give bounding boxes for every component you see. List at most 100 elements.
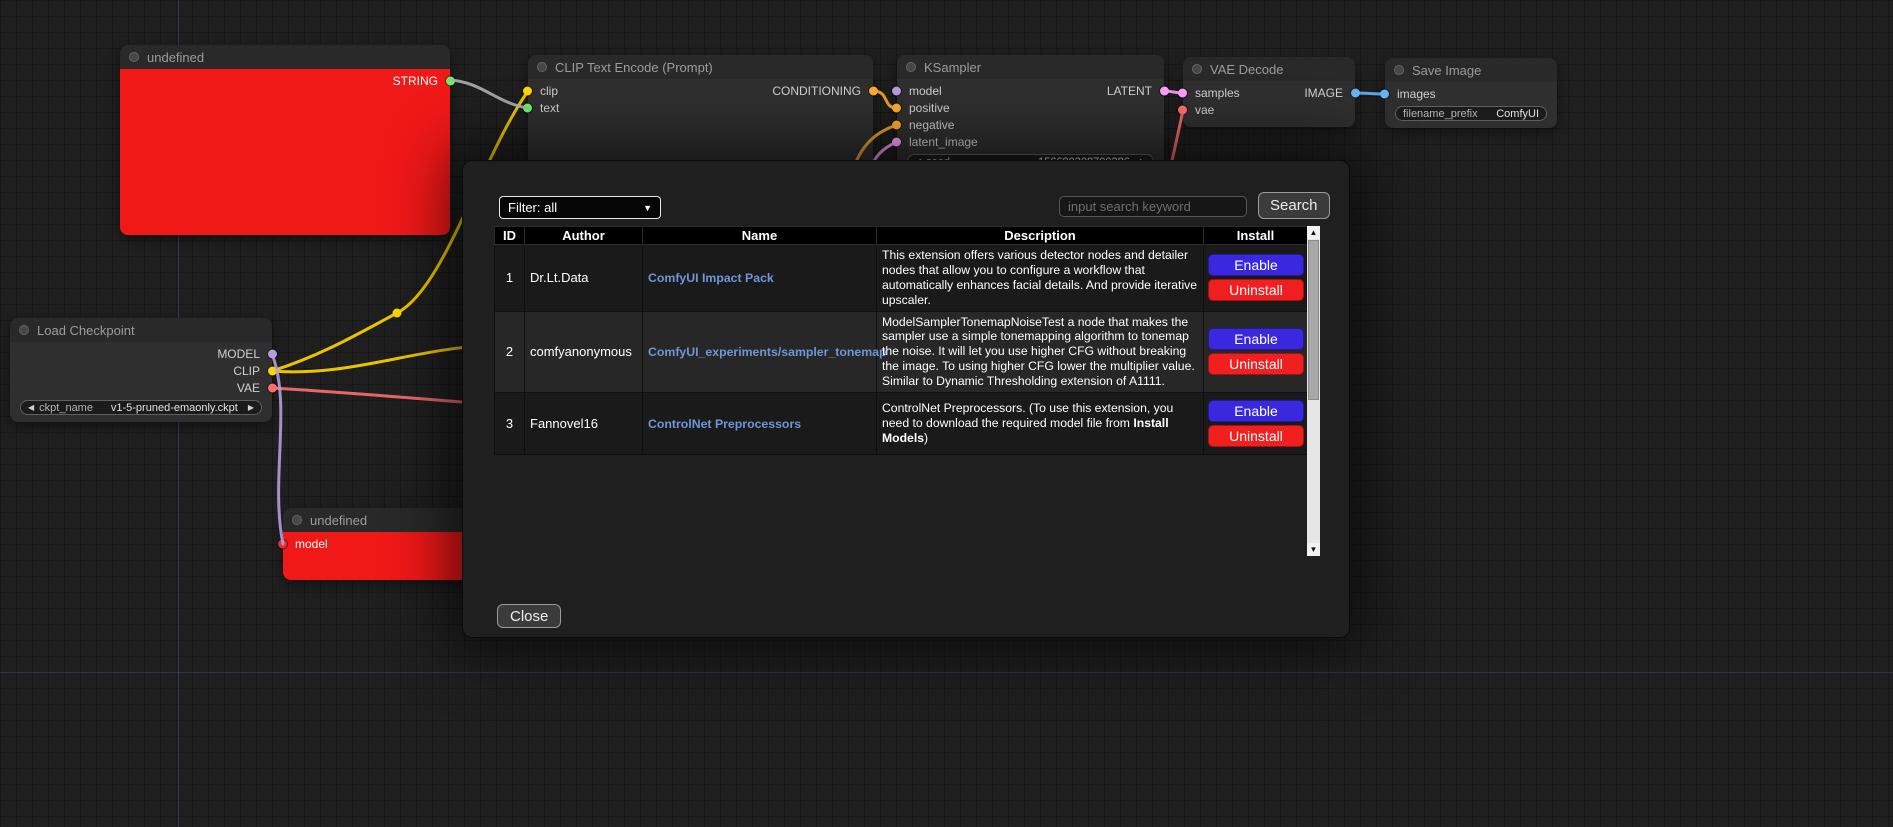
enable-button[interactable]: Enable [1208, 328, 1304, 350]
scroll-down-icon[interactable]: ▼ [1307, 543, 1320, 556]
node-ksampler[interactable]: KSampler model LATENT positive negative … [897, 55, 1164, 175]
node-body: samples IMAGE vae [1183, 81, 1355, 127]
model-output-port[interactable] [268, 349, 277, 358]
scrollbar-thumb[interactable] [1308, 240, 1319, 400]
string-output-port[interactable] [446, 76, 455, 85]
cell-id: 3 [495, 392, 525, 454]
cell-id: 2 [495, 311, 525, 392]
enable-button[interactable]: Enable [1208, 400, 1304, 422]
slot-row: samples IMAGE [1183, 84, 1355, 101]
cell-id: 1 [495, 245, 525, 312]
vae-output-port[interactable] [268, 383, 277, 392]
close-button[interactable]: Close [497, 604, 561, 628]
input-label: positive [909, 101, 950, 115]
negative-input-port[interactable] [892, 120, 901, 129]
scroll-up-icon[interactable]: ▲ [1307, 226, 1320, 239]
input-label: text [540, 101, 559, 115]
previous-arrow-icon[interactable]: ◀ [28, 404, 34, 412]
cell-name: ComfyUI_experiments/sampler_tonemap [643, 311, 877, 392]
column-header-name: Name [643, 227, 877, 245]
images-input-port[interactable] [1380, 89, 1389, 98]
output-label: IMAGE [1304, 86, 1343, 100]
output-label: CONDITIONING [772, 84, 861, 98]
table-scrollbar[interactable]: ▲ ▼ [1307, 226, 1320, 556]
extension-link[interactable]: ComfyUI Impact Pack [648, 271, 774, 285]
table-row: 2 comfyanonymous ComfyUI_experiments/sam… [495, 311, 1308, 392]
cell-install: Enable Uninstall [1204, 245, 1308, 312]
clip-output-port[interactable] [268, 366, 277, 375]
filter-select[interactable]: Filter: all ▼ [499, 196, 661, 219]
column-header-install: Install [1204, 227, 1308, 245]
slot-row: model LATENT [897, 82, 1164, 99]
collapse-dot-icon[interactable] [129, 52, 139, 62]
cell-install: Enable Uninstall [1204, 392, 1308, 454]
collapse-dot-icon[interactable] [292, 515, 302, 525]
node-load-checkpoint[interactable]: Load Checkpoint MODEL CLIP VAE ◀ ckpt_na… [10, 318, 272, 422]
node-save-image[interactable]: Save Image images filename_prefix ComfyU… [1385, 58, 1557, 128]
cell-name: ControlNet Preprocessors [643, 392, 877, 454]
uninstall-button[interactable]: Uninstall [1208, 425, 1304, 447]
filename-prefix-widget[interactable]: filename_prefix ComfyUI [1395, 106, 1547, 121]
input-label: clip [540, 84, 558, 98]
widget-label: filename_prefix [1403, 108, 1478, 120]
slot-row: LATENT [1095, 82, 1164, 99]
node-titlebar[interactable]: KSampler [897, 55, 1164, 79]
widget-value[interactable]: ComfyUI [1496, 108, 1539, 120]
input-label: model [295, 537, 328, 551]
ckpt-name-widget[interactable]: ◀ ckpt_name v1-5-pruned-emaonly.ckpt ▶ [20, 400, 262, 415]
node-title-text: VAE Decode [1210, 62, 1283, 77]
link-reroute-dot[interactable] [393, 309, 402, 318]
search-button[interactable]: Search [1258, 192, 1330, 219]
positive-input-port[interactable] [892, 103, 901, 112]
enable-button[interactable]: Enable [1208, 254, 1304, 276]
description-text: ) [924, 431, 928, 445]
input-label: samples [1195, 86, 1240, 100]
slot-row: CLIP [10, 362, 272, 379]
node-titlebar[interactable]: CLIP Text Encode (Prompt) [528, 55, 873, 79]
collapse-dot-icon[interactable] [537, 62, 547, 72]
filter-select-value: Filter: all [508, 200, 557, 215]
clip-input-port[interactable] [523, 86, 532, 95]
cell-author: comfyanonymous [525, 311, 643, 392]
output-label: STRING [393, 74, 438, 88]
node-titlebar[interactable]: VAE Decode [1183, 57, 1355, 81]
latent-image-input-port[interactable] [892, 137, 901, 146]
model-input-port[interactable] [278, 539, 287, 548]
output-label: CLIP [233, 364, 260, 378]
text-input-port[interactable] [523, 103, 532, 112]
cell-author: Fannovel16 [525, 392, 643, 454]
uninstall-button[interactable]: Uninstall [1208, 353, 1304, 375]
vae-input-port[interactable] [1178, 105, 1187, 114]
collapse-dot-icon[interactable] [19, 325, 29, 335]
collapse-dot-icon[interactable] [906, 62, 916, 72]
node-titlebar[interactable]: Save Image [1385, 58, 1557, 82]
model-input-port[interactable] [892, 86, 901, 95]
samples-input-port[interactable] [1178, 88, 1187, 97]
column-header-id: ID [495, 227, 525, 245]
uninstall-button[interactable]: Uninstall [1208, 279, 1304, 301]
node-titlebar[interactable]: Load Checkpoint [10, 318, 272, 342]
extensions-table: ID Author Name Description Install 1 Dr.… [494, 226, 1308, 455]
extension-link[interactable]: ControlNet Preprocessors [648, 417, 801, 431]
slot-row: images [1385, 85, 1557, 102]
table-row: 3 Fannovel16 ControlNet Preprocessors Co… [495, 392, 1308, 454]
extension-link[interactable]: ComfyUI_experiments/sampler_tonemap [648, 345, 887, 359]
link-string [450, 80, 528, 108]
collapse-dot-icon[interactable] [1394, 65, 1404, 75]
image-output-port[interactable] [1351, 88, 1360, 97]
node-undefined-top[interactable]: undefined STRING [120, 45, 450, 235]
collapse-dot-icon[interactable] [1192, 64, 1202, 74]
extensions-table-container: ID Author Name Description Install 1 Dr.… [494, 226, 1320, 556]
node-title-text: CLIP Text Encode (Prompt) [555, 60, 713, 75]
node-vae-decode[interactable]: VAE Decode samples IMAGE vae [1183, 57, 1355, 127]
widget-value[interactable]: v1-5-pruned-emaonly.ckpt [111, 402, 238, 414]
next-arrow-icon[interactable]: ▶ [248, 404, 254, 412]
slot-row: vae [1183, 101, 1355, 118]
latent-output-port[interactable] [1160, 86, 1169, 95]
search-input[interactable] [1059, 196, 1247, 217]
input-label: latent_image [909, 135, 978, 149]
conditioning-output-port[interactable] [869, 86, 878, 95]
slot-row: VAE [10, 379, 272, 396]
node-titlebar[interactable]: undefined [120, 45, 450, 69]
column-header-author: Author [525, 227, 643, 245]
